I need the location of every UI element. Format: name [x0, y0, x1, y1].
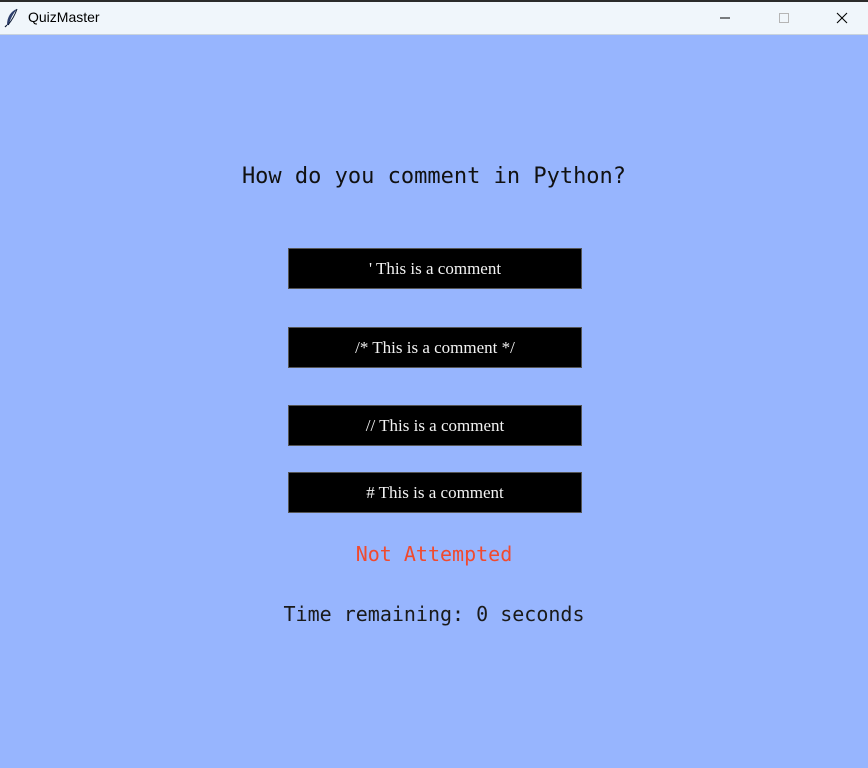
close-icon	[836, 12, 848, 24]
maximize-button[interactable]	[761, 2, 807, 34]
title-bar[interactable]: QuizMaster	[0, 2, 868, 35]
question-text: How do you comment in Python?	[241, 164, 627, 189]
maximize-icon	[779, 13, 789, 23]
window-title: QuizMaster	[28, 9, 100, 25]
option-button-3[interactable]: // This is a comment	[288, 405, 582, 446]
minimize-button[interactable]	[702, 2, 748, 34]
feather-icon	[4, 8, 20, 28]
option-button-1[interactable]: ' This is a comment	[288, 248, 582, 289]
attempt-status: Not Attempted	[355, 542, 513, 566]
option-button-4[interactable]: # This is a comment	[288, 472, 582, 513]
option-button-2[interactable]: /* This is a comment */	[288, 327, 582, 368]
minimize-icon	[720, 17, 730, 19]
close-button[interactable]	[819, 2, 865, 34]
time-remaining: Time remaining: 0 seconds	[283, 602, 585, 626]
